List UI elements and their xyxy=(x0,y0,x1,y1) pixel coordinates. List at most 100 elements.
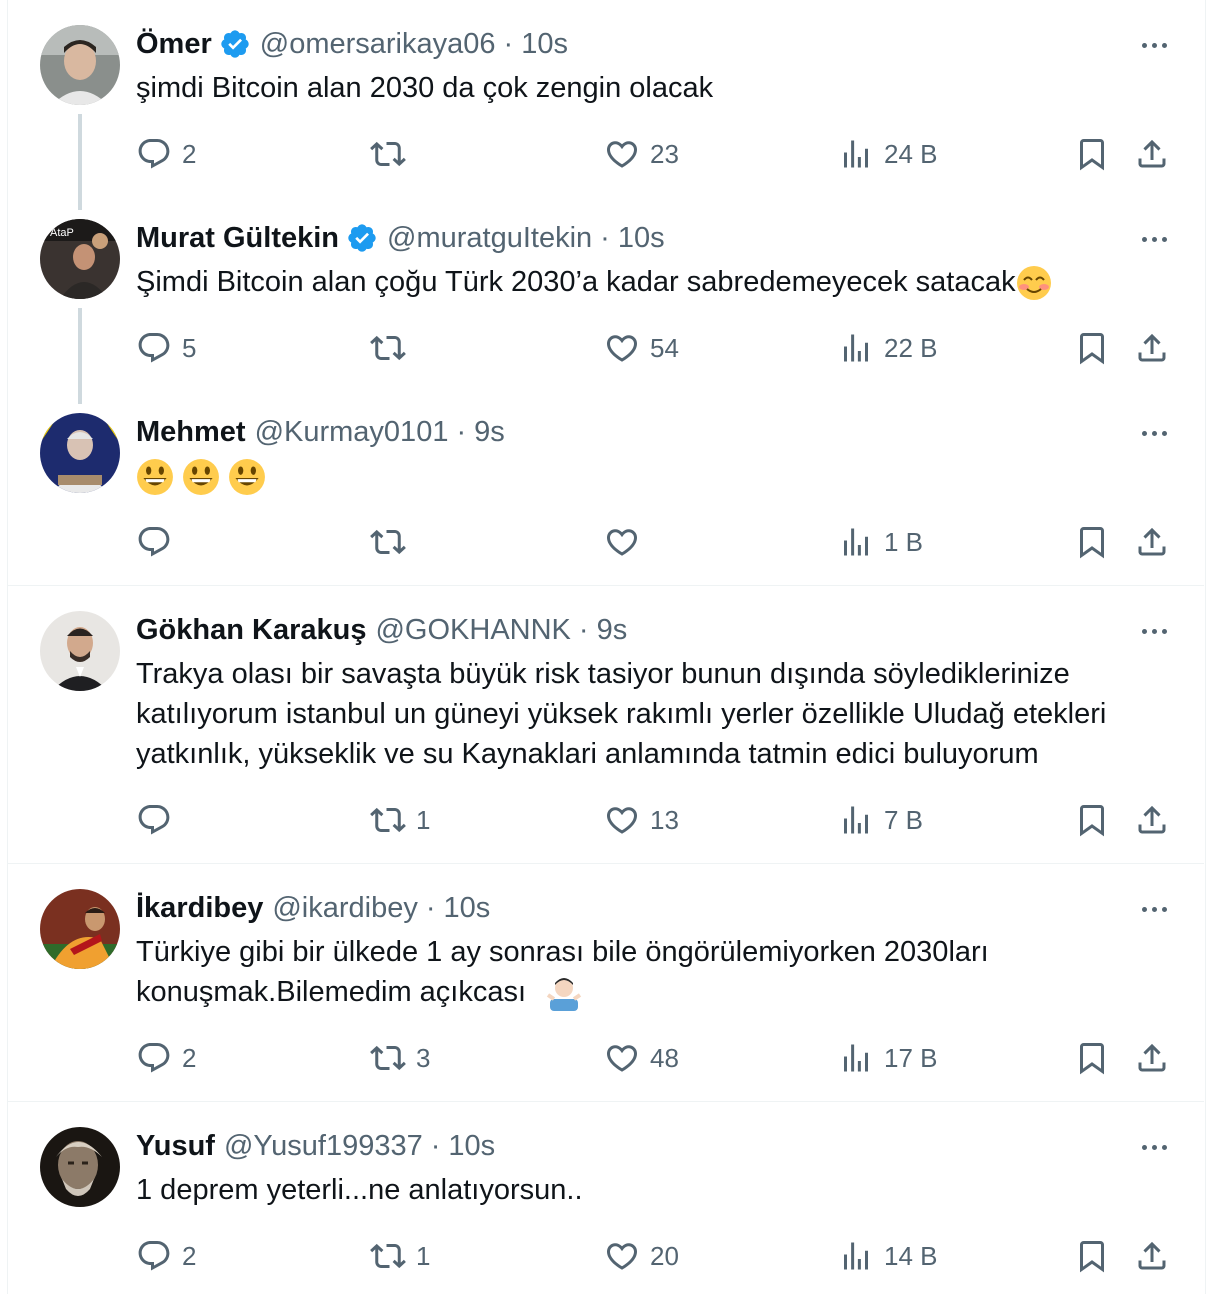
views-button[interactable]: 22 B xyxy=(838,328,938,368)
retweet-icon xyxy=(370,330,406,366)
grinning-face-emoji-icon xyxy=(229,459,266,496)
more-icon[interactable] xyxy=(1134,423,1174,443)
retweet-button[interactable]: 1 xyxy=(370,800,430,840)
retweet-count: 1 xyxy=(416,1240,431,1271)
reply-count: 2 xyxy=(182,1042,197,1073)
like-button[interactable]: 23 xyxy=(604,134,679,174)
avatar[interactable] xyxy=(40,889,120,969)
retweet-button[interactable] xyxy=(370,328,416,368)
retweet-button[interactable]: 1 xyxy=(370,1236,430,1276)
share-button[interactable] xyxy=(1134,800,1170,840)
views-button[interactable]: 1 B xyxy=(838,522,923,562)
bookmark-button[interactable] xyxy=(1074,522,1110,562)
retweet-icon xyxy=(370,802,406,838)
separator-dot: · xyxy=(578,613,589,646)
share-button[interactable] xyxy=(1134,134,1170,174)
tweet-header: İkardibey @ikardibey · 10s xyxy=(136,890,490,926)
share-button[interactable] xyxy=(1134,1038,1170,1078)
author-handle[interactable]: @GOKHANNK xyxy=(375,614,570,647)
timestamp[interactable]: 10s xyxy=(618,222,665,255)
views-button[interactable]: 17 B xyxy=(838,1038,938,1078)
author-handle[interactable]: @Yusuf199337 xyxy=(224,1130,423,1163)
separator-dot: · xyxy=(600,221,610,254)
like-button[interactable]: 13 xyxy=(604,800,679,840)
author-handle[interactable]: @Kurmay0101 xyxy=(255,416,449,449)
reply-icon xyxy=(136,802,172,838)
tweet-header: Mehmet @Kurmay0101 · 9s xyxy=(136,414,505,450)
like-button[interactable]: 54 xyxy=(604,328,679,368)
grinning-face-emoji-icon xyxy=(183,459,220,496)
views-count: 24 B xyxy=(884,138,938,169)
retweet-icon xyxy=(370,524,406,560)
retweet-button[interactable]: 3 xyxy=(370,1038,430,1078)
timestamp[interactable]: 9s xyxy=(474,416,505,449)
more-icon[interactable] xyxy=(1134,1137,1174,1157)
timestamp[interactable]: 10s xyxy=(448,1130,495,1163)
bookmark-button[interactable] xyxy=(1074,328,1110,368)
more-icon[interactable] xyxy=(1134,229,1174,249)
author-name[interactable]: Gökhan Karakuş xyxy=(136,614,366,647)
views-button[interactable]: 14 B xyxy=(838,1236,938,1276)
more-icon[interactable] xyxy=(1134,899,1174,919)
separator-dot: · xyxy=(425,891,436,924)
retweet-count: 3 xyxy=(416,1042,431,1073)
share-button[interactable] xyxy=(1134,1236,1170,1276)
share-button[interactable] xyxy=(1134,522,1170,562)
more-icon[interactable] xyxy=(1134,35,1174,55)
heart-icon xyxy=(604,330,640,366)
views-icon xyxy=(838,330,874,366)
timestamp[interactable]: 10s xyxy=(444,892,491,925)
author-handle[interactable]: @muratguItekin xyxy=(387,222,592,255)
reply-button[interactable] xyxy=(136,522,182,562)
reply-button[interactable] xyxy=(136,800,182,840)
share-button[interactable] xyxy=(1134,328,1170,368)
bookmark-button[interactable] xyxy=(1074,1038,1110,1078)
share-icon xyxy=(1134,1238,1170,1274)
reply-button[interactable]: 5 xyxy=(136,328,196,368)
separator-dot: · xyxy=(430,1129,441,1162)
like-button[interactable]: 48 xyxy=(604,1038,679,1078)
author-name[interactable]: Yusuf xyxy=(136,1130,215,1163)
tweet-header: Gökhan Karakuş @GOKHANNK · 9s xyxy=(136,612,627,648)
avatar[interactable] xyxy=(40,611,120,691)
views-icon xyxy=(838,802,874,838)
reply-button[interactable]: 2 xyxy=(136,1038,196,1078)
timestamp[interactable]: 9s xyxy=(597,614,628,647)
like-button[interactable]: 20 xyxy=(604,1236,679,1276)
reply-button[interactable]: 2 xyxy=(136,134,196,174)
like-button[interactable] xyxy=(604,522,650,562)
bookmark-button[interactable] xyxy=(1074,800,1110,840)
author-name[interactable]: Mehmet xyxy=(136,416,246,449)
avatar[interactable] xyxy=(40,413,120,493)
more-icon[interactable] xyxy=(1134,621,1174,641)
views-button[interactable]: 24 B xyxy=(838,134,938,174)
reply-count: 2 xyxy=(182,1240,197,1271)
avatar[interactable] xyxy=(40,1127,120,1207)
separator-dot: · xyxy=(456,415,467,448)
views-icon xyxy=(838,1238,874,1274)
views-count: 17 B xyxy=(884,1042,938,1073)
author-name[interactable]: Ömer xyxy=(136,28,212,61)
views-button[interactable]: 7 B xyxy=(838,800,923,840)
avatar[interactable] xyxy=(40,25,120,105)
retweet-icon xyxy=(370,1040,406,1076)
reply-button[interactable]: 2 xyxy=(136,1236,196,1276)
avatar[interactable]: AtaP xyxy=(40,219,120,299)
share-icon xyxy=(1134,1040,1170,1076)
like-count: 54 xyxy=(650,332,679,363)
verified-badge-icon xyxy=(219,28,251,60)
bookmark-button[interactable] xyxy=(1074,1236,1110,1276)
bookmark-button[interactable] xyxy=(1074,134,1110,174)
author-name[interactable]: Murat Gültekin xyxy=(136,222,339,255)
author-handle[interactable]: @omersarikaya06 xyxy=(260,28,496,61)
author-handle[interactable]: @ikardibey xyxy=(272,892,418,925)
retweet-button[interactable] xyxy=(370,522,416,562)
author-name[interactable]: İkardibey xyxy=(136,892,263,925)
divider xyxy=(7,1101,1204,1102)
retweet-button[interactable] xyxy=(370,134,416,174)
timestamp[interactable]: 10s xyxy=(521,28,568,61)
divider xyxy=(7,585,1204,586)
tweet-text-row: Şimdi Bitcoin alan çoğu Türk 2030’a kada… xyxy=(136,262,1176,302)
views-icon xyxy=(838,524,874,560)
tweet-actions: 1 B xyxy=(0,522,1210,562)
